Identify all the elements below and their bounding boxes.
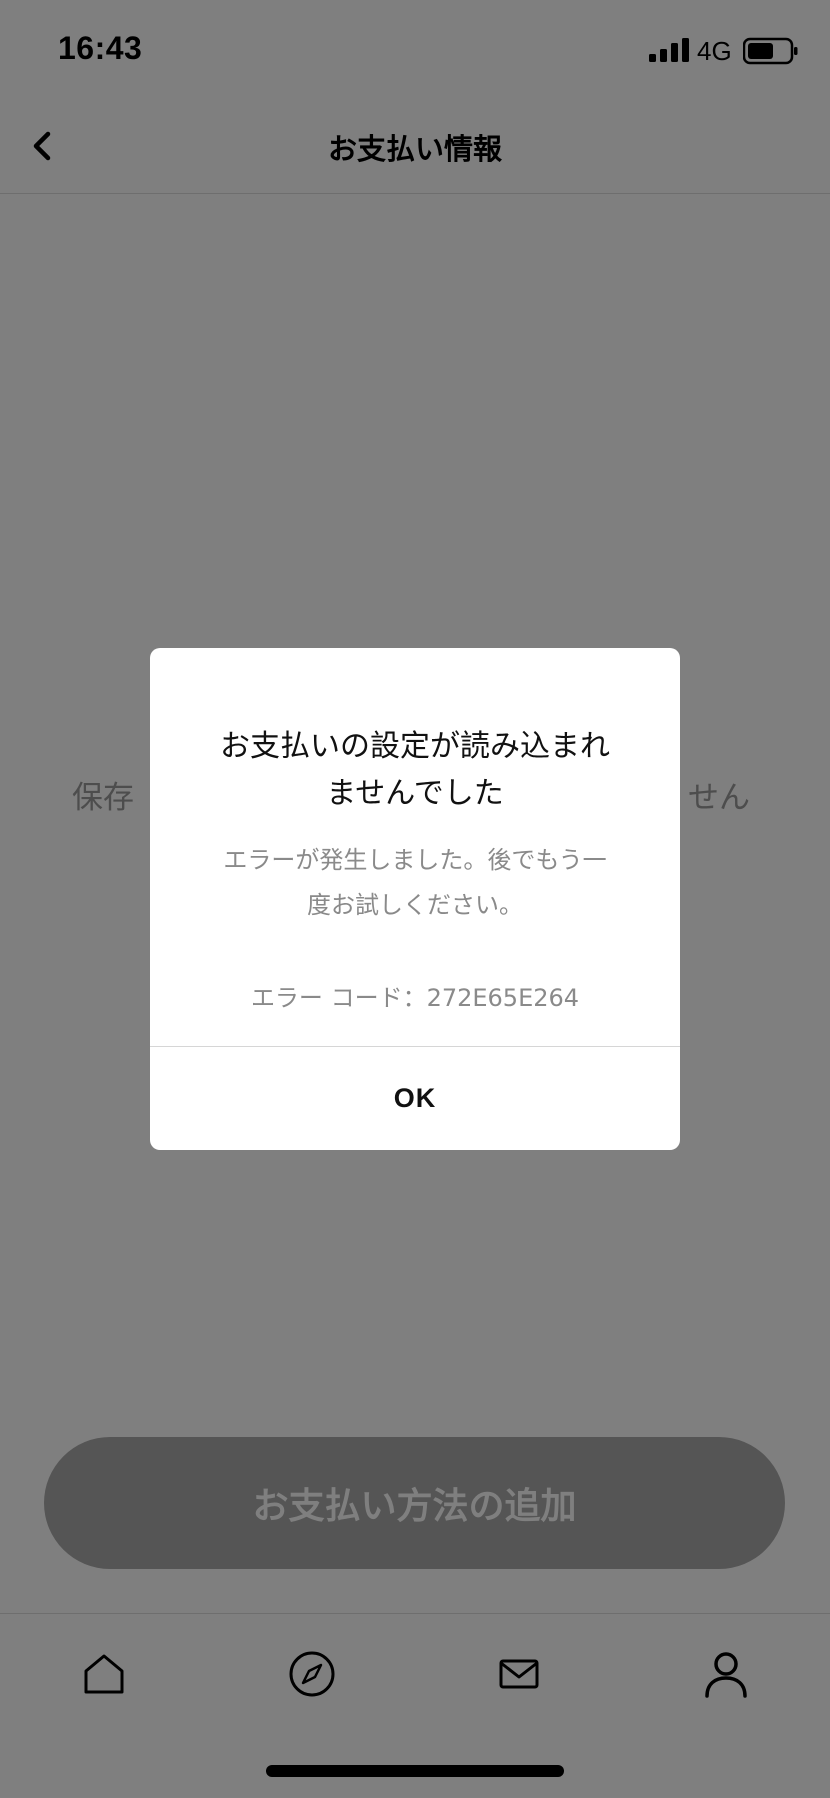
- dialog-message-line-2: 度お試しください。: [307, 891, 523, 919]
- ok-button[interactable]: OK: [150, 1047, 680, 1150]
- error-dialog: お支払いの設定が読み込まれ ませんでした エラーが発生しました。後でもう一 度お…: [150, 648, 680, 1150]
- dialog-title-line-1: お支払いの設定が読み込まれ: [220, 729, 610, 764]
- error-code-text: エラー コード：272E65E264: [250, 984, 580, 1012]
- dialog-message: エラーが発生しました。後でもう一 度お試しください。: [190, 838, 640, 928]
- dialog-title: お支払いの設定が読み込まれ ませんでした: [180, 723, 650, 817]
- dialog-title-line-2: ませんでした: [326, 776, 504, 811]
- dialog-message-line-1: エラーが発生しました。後でもう一: [223, 846, 607, 874]
